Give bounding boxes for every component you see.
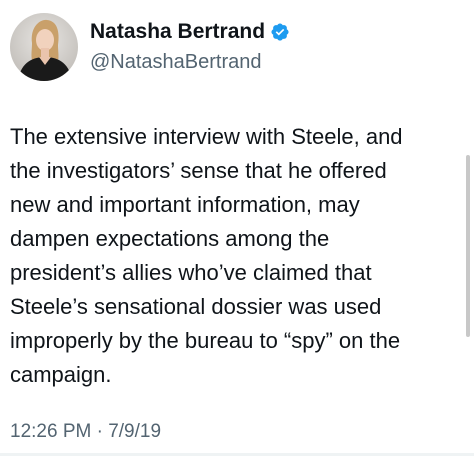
handle[interactable]: @NatashaBertrand <box>90 49 290 75</box>
tweet-text: The extensive interview with Steele, and… <box>10 124 403 387</box>
display-name[interactable]: Natasha Bertrand <box>90 19 265 45</box>
avatar-image <box>10 13 78 81</box>
scrollbar[interactable] <box>466 155 470 337</box>
avatar[interactable] <box>10 13 78 81</box>
tweet-timestamp[interactable]: 12:26 PM · 7/9/19 <box>10 419 161 445</box>
verified-badge-icon <box>270 22 290 42</box>
tweet-header: Natasha Bertrand @NatashaBertrand <box>10 13 290 81</box>
